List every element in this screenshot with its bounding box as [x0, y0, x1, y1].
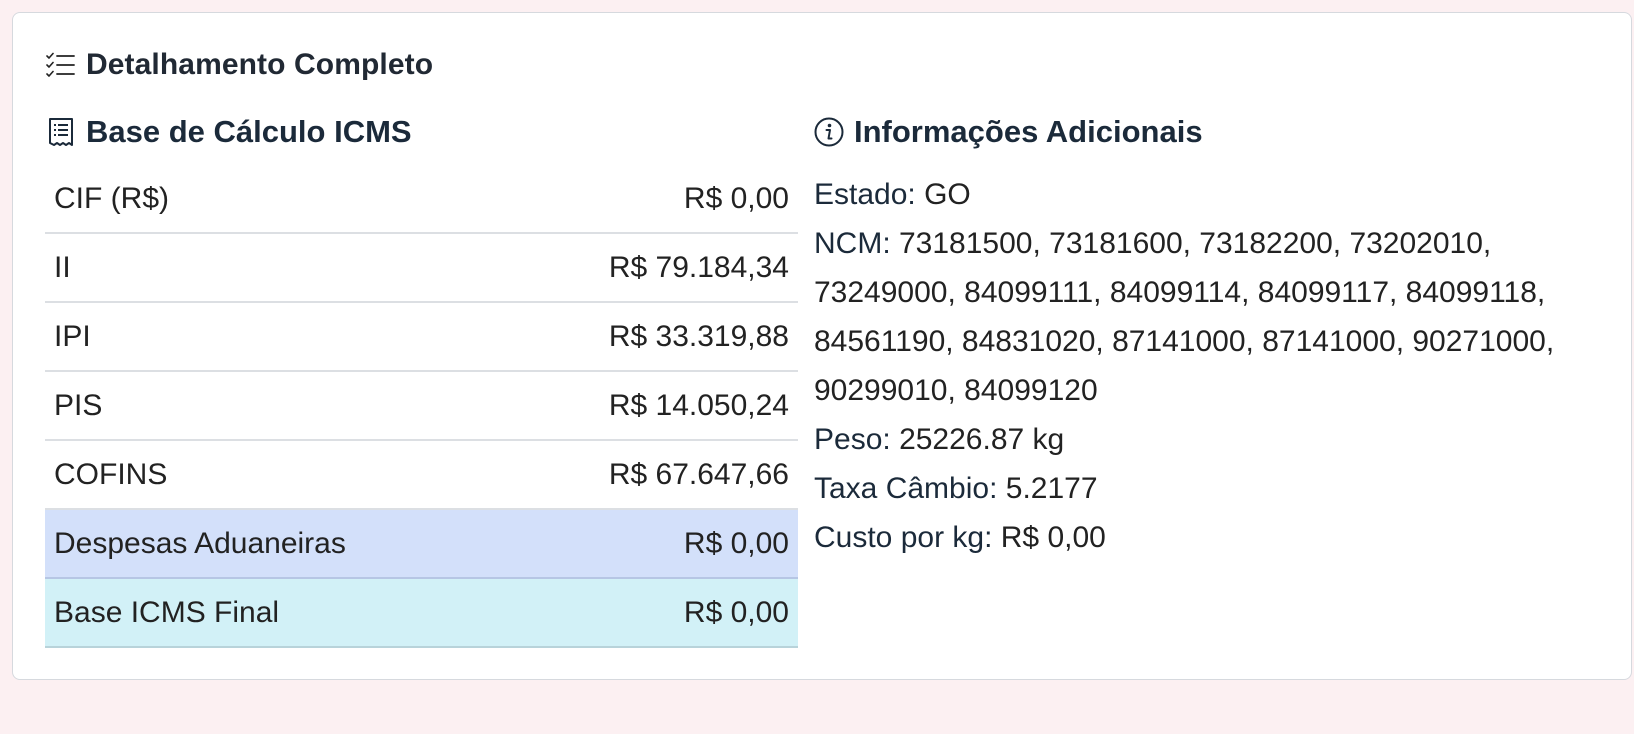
info-list: Estado: GO NCM: 73181500, 73181600, 7318…: [814, 170, 1614, 562]
row-label: COFINS: [45, 440, 505, 510]
info-section-header: Informações Adicionais: [814, 112, 1203, 152]
info-label: NCM:: [814, 227, 891, 260]
table-row-despesas: Despesas Aduaneiras R$ 0,00: [45, 509, 798, 579]
info-peso: Peso: 25226.87 kg: [814, 415, 1614, 464]
row-value: R$ 67.647,66: [504, 440, 798, 510]
row-value: R$ 14.050,24: [504, 371, 798, 441]
info-label: Custo por kg:: [814, 521, 993, 554]
info-value: 73181500, 73181600, 73182200, 73202010, …: [814, 227, 1555, 407]
info-label: Estado:: [814, 178, 916, 211]
row-label: II: [45, 233, 505, 303]
row-value: R$ 0,00: [504, 509, 798, 579]
row-label: CIF (R$): [45, 165, 505, 234]
row-value: R$ 79.184,34: [504, 233, 798, 303]
info-circle-icon: [814, 117, 844, 147]
info-label: Peso:: [814, 423, 891, 456]
info-value: 5.2177: [1005, 472, 1098, 505]
icms-calc-table: CIF (R$) R$ 0,00 II R$ 79.184,34 IPI R$ …: [45, 165, 798, 648]
table-row: COFINS R$ 67.647,66: [45, 440, 798, 510]
list-check-icon: [46, 52, 76, 78]
details-card: Detalhamento Completo Base de Cálculo IC…: [12, 12, 1632, 680]
info-ncm: NCM: 73181500, 73181600, 73182200, 73202…: [814, 219, 1614, 415]
info-label: Taxa Câmbio:: [814, 472, 998, 505]
info-value: R$ 0,00: [1000, 521, 1106, 554]
table-row: IPI R$ 33.319,88: [45, 302, 798, 372]
info-custo-kg: Custo por kg: R$ 0,00: [814, 513, 1614, 562]
info-estado: Estado: GO: [814, 170, 1614, 219]
table-row-base-final: Base ICMS Final R$ 0,00: [45, 578, 798, 648]
row-label: Despesas Aduaneiras: [45, 509, 505, 579]
row-label: Base ICMS Final: [45, 578, 505, 648]
info-taxa-cambio: Taxa Câmbio: 5.2177: [814, 464, 1614, 513]
icms-section-header: Base de Cálculo ICMS: [46, 112, 412, 152]
info-value: GO: [924, 178, 971, 211]
row-value: R$ 33.319,88: [504, 302, 798, 372]
receipt-icon: [46, 117, 76, 147]
table-row: II R$ 79.184,34: [45, 233, 798, 303]
card-header: Detalhamento Completo: [46, 47, 433, 83]
info-value: 25226.87 kg: [899, 423, 1065, 456]
row-label: PIS: [45, 371, 505, 441]
card-title: Detalhamento Completo: [86, 48, 434, 81]
table-row: CIF (R$) R$ 0,00: [45, 165, 798, 234]
row-label: IPI: [45, 302, 505, 372]
row-value: R$ 0,00: [504, 578, 798, 648]
row-value: R$ 0,00: [504, 165, 798, 234]
info-section-title: Informações Adicionais: [854, 114, 1203, 149]
table-row: PIS R$ 14.050,24: [45, 371, 798, 441]
icms-section-title: Base de Cálculo ICMS: [86, 114, 412, 149]
